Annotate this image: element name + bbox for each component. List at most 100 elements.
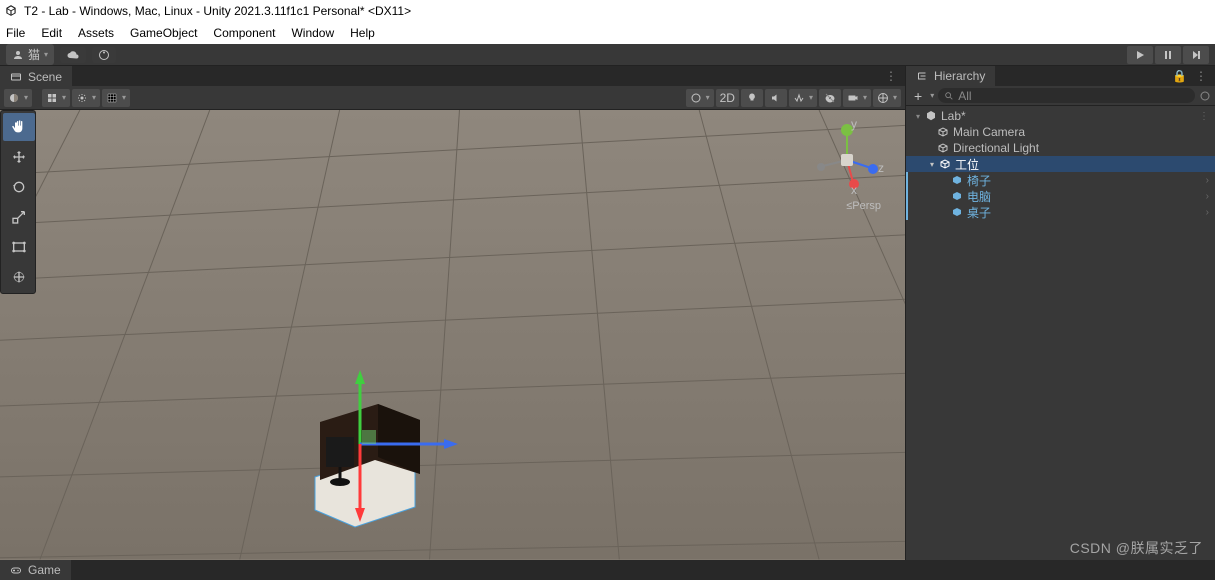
scene-tab-menu[interactable]: ⋮ xyxy=(877,69,905,83)
account-name: 猫 xyxy=(28,46,40,63)
scene-name: Lab* xyxy=(941,109,966,123)
window-titlebar: T2 - Lab - Windows, Mac, Linux - Unity 2… xyxy=(0,0,1215,22)
audio-toggle[interactable] xyxy=(765,89,787,107)
unity-logo-icon xyxy=(4,4,18,18)
user-icon xyxy=(12,49,24,61)
game-icon xyxy=(10,564,22,576)
scene-tab[interactable]: Scene xyxy=(0,66,72,86)
tool-palette xyxy=(0,110,36,294)
filter-icon[interactable] xyxy=(1199,90,1211,102)
tree-item-label: Main Camera xyxy=(953,125,1025,139)
menubar: File Edit Assets GameObject Component Wi… xyxy=(0,22,1215,44)
play-button[interactable] xyxy=(1127,46,1153,64)
rotate-tool[interactable] xyxy=(3,173,35,201)
axis-z-label: z xyxy=(878,161,884,175)
step-button[interactable] xyxy=(1183,46,1209,64)
tree-item-group-selected[interactable]: ▾ 工位 xyxy=(906,156,1215,172)
camera-icon xyxy=(847,92,859,104)
circle-icon xyxy=(690,92,702,104)
scene-row[interactable]: ▾ Lab* ⋮ xyxy=(906,108,1215,124)
transform-tool[interactable] xyxy=(3,263,35,291)
gizmos-dropdown[interactable] xyxy=(873,89,901,107)
cube-outline-icon xyxy=(936,141,950,155)
scene-tabbar: Scene ⋮ xyxy=(0,66,905,86)
tree-item-prefab[interactable]: 椅子 › xyxy=(906,172,1215,188)
vcs-icon xyxy=(98,49,110,61)
hierarchy-tab-menu[interactable]: ⋮ xyxy=(1195,69,1207,83)
fx-toggle[interactable] xyxy=(789,89,817,107)
game-tab-label: Game xyxy=(28,563,61,577)
shading-mode-dropdown[interactable] xyxy=(4,89,32,107)
scene-viewport[interactable]: y z x ≤Persp xyxy=(0,110,905,560)
lighting-toggle[interactable] xyxy=(741,89,763,107)
create-dropdown-icon[interactable]: ▾ xyxy=(930,91,934,100)
menu-component[interactable]: Component xyxy=(213,26,275,40)
scene-object[interactable] xyxy=(300,362,460,532)
2d-toggle[interactable]: 2D xyxy=(716,89,739,107)
menu-window[interactable]: Window xyxy=(291,26,334,40)
hand-tool[interactable] xyxy=(3,113,35,141)
fx-icon xyxy=(793,92,805,104)
scene-toolbar: 2D xyxy=(0,86,905,110)
camera-dropdown[interactable] xyxy=(843,89,871,107)
perspective-label[interactable]: ≤Persp xyxy=(846,200,881,212)
cloud-button[interactable] xyxy=(60,47,86,63)
transform-icon xyxy=(11,269,27,285)
row-chevron-icon[interactable]: › xyxy=(1200,175,1215,186)
play-controls xyxy=(1127,46,1209,64)
scale-tool[interactable] xyxy=(3,203,35,231)
hierarchy-search-input[interactable]: All xyxy=(938,88,1195,103)
lightbulb-icon xyxy=(746,92,758,104)
tree-item-label: Directional Light xyxy=(953,141,1039,155)
orientation-gizmo[interactable]: y z x xyxy=(807,120,887,200)
hierarchy-panel: Hierarchy 🔒 ⋮ + ▾ All ▾ Lab* ⋮ xyxy=(906,66,1215,560)
hierarchy-toolbar: + ▾ All xyxy=(906,86,1215,106)
eye-off-icon xyxy=(824,92,836,104)
prefab-bar xyxy=(906,204,908,220)
scene-panel: Scene ⋮ 2D xyxy=(0,66,906,560)
create-button[interactable]: + xyxy=(910,88,926,104)
camera-overlay-dropdown[interactable] xyxy=(686,89,714,107)
menu-gameobject[interactable]: GameObject xyxy=(130,26,197,40)
grid-icon xyxy=(106,92,118,104)
unity-scene-icon xyxy=(924,109,938,123)
pause-button[interactable] xyxy=(1155,46,1181,64)
move-icon xyxy=(11,149,27,165)
rotate-icon xyxy=(11,179,27,195)
game-tabbar: Game xyxy=(0,560,1215,580)
row-menu[interactable]: ⋮ xyxy=(1193,111,1215,122)
menu-file[interactable]: File xyxy=(6,26,25,40)
hierarchy-tree[interactable]: ▾ Lab* ⋮ Main Camera Directional Light ▾… xyxy=(906,106,1215,560)
draw-mode-dropdown[interactable] xyxy=(42,89,70,107)
move-tool[interactable] xyxy=(3,143,35,171)
lock-icon[interactable]: 🔒 xyxy=(1172,69,1187,83)
visibility-toggle[interactable] xyxy=(819,89,841,107)
play-icon xyxy=(1135,50,1145,60)
toggle-skybox-dropdown[interactable] xyxy=(72,89,100,107)
rect-icon xyxy=(11,239,27,255)
account-button[interactable]: 猫 ▾ xyxy=(6,44,54,65)
hierarchy-tab[interactable]: Hierarchy xyxy=(906,66,995,86)
prefab-cube-icon xyxy=(950,205,964,219)
scale-icon xyxy=(11,209,27,225)
tree-item-prefab[interactable]: 桌子 › xyxy=(906,204,1215,220)
search-placeholder: All xyxy=(958,89,971,103)
drawmode-icon xyxy=(46,92,58,104)
menu-help[interactable]: Help xyxy=(350,26,375,40)
menu-edit[interactable]: Edit xyxy=(41,26,62,40)
row-chevron-icon[interactable]: › xyxy=(1200,191,1215,202)
pause-icon xyxy=(1163,50,1173,60)
tree-item-light[interactable]: Directional Light xyxy=(906,140,1215,156)
menu-assets[interactable]: Assets xyxy=(78,26,114,40)
row-chevron-icon[interactable]: › xyxy=(1200,207,1215,218)
version-control-button[interactable] xyxy=(92,47,116,63)
tree-item-camera[interactable]: Main Camera xyxy=(906,124,1215,140)
selected-object-outline xyxy=(315,404,420,527)
tree-item-prefab[interactable]: 电脑 › xyxy=(906,188,1215,204)
2d-label: 2D xyxy=(720,91,735,105)
game-tab[interactable]: Game xyxy=(0,560,71,580)
grid-dropdown[interactable] xyxy=(102,89,130,107)
scene-icon xyxy=(10,71,22,83)
rect-tool[interactable] xyxy=(3,233,35,261)
prefab-cube-icon xyxy=(950,189,964,203)
